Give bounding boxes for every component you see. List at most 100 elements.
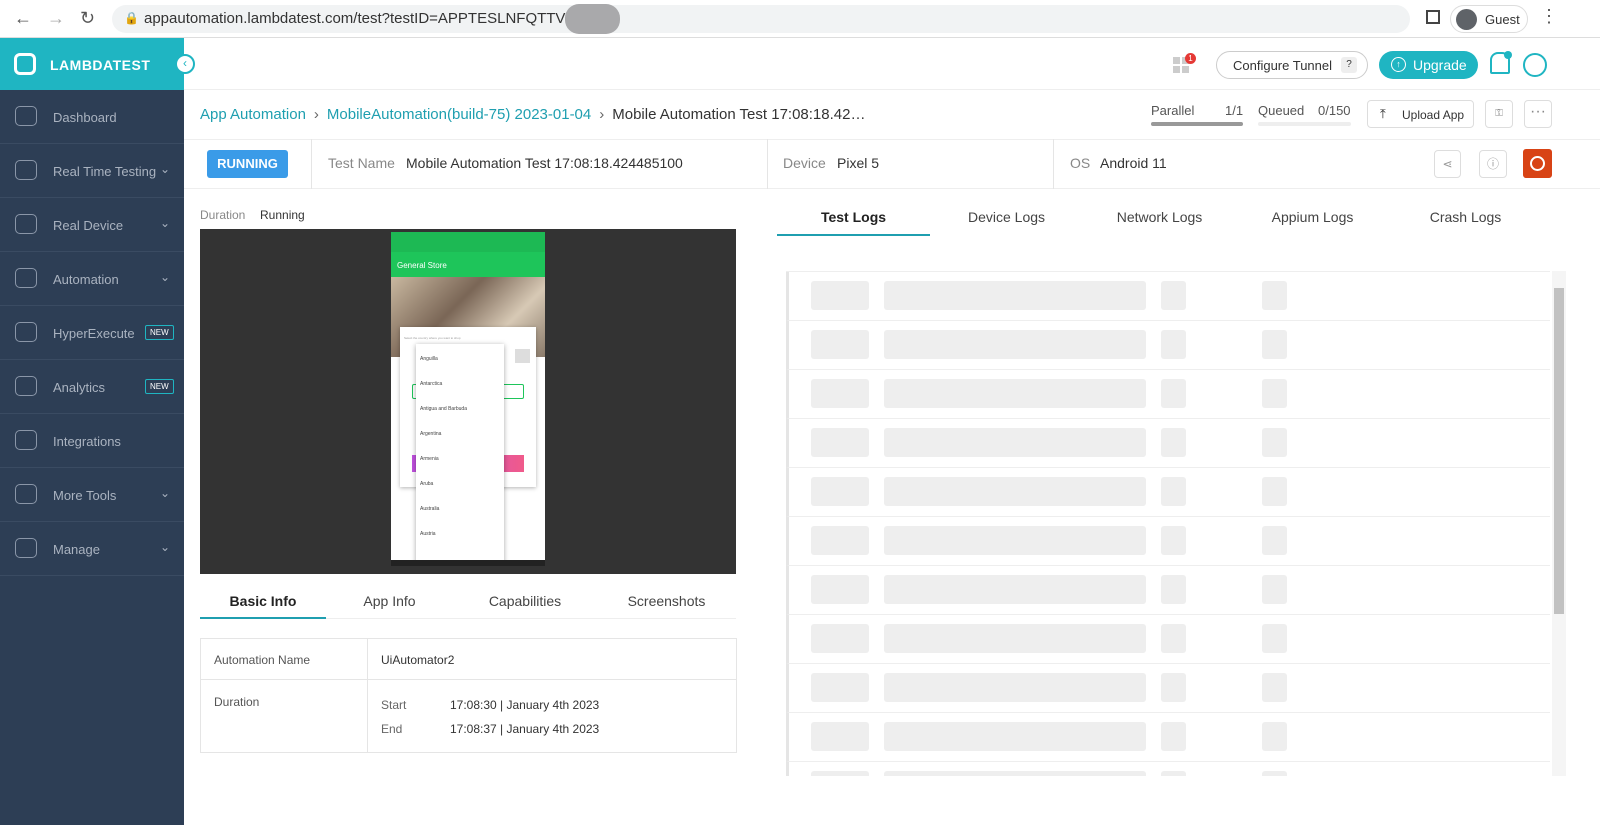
sidebar-item-automation[interactable]: Automation ⌄ [0,252,184,306]
app-title: General Store [397,261,447,270]
forward-icon[interactable]: → [47,8,65,29]
profile-button[interactable]: Guest [1450,5,1528,33]
help-icon[interactable]: ? [1341,57,1357,73]
menu-icon[interactable]: ⋮ [1540,6,1558,27]
skeleton-block [811,281,869,310]
configure-tunnel-button[interactable]: Configure Tunnel? [1216,51,1368,79]
sidebar-item-real-device[interactable]: Real Device ⌄ [0,198,184,252]
skeleton-block [1161,477,1186,506]
lambdatest-logo-icon [14,53,36,75]
skeleton-block [1161,624,1186,653]
collapse-sidebar-button[interactable]: ‹ [175,54,195,74]
automation-name-label: Automation Name [214,653,311,667]
tab-crash-logs[interactable]: Crash Logs [1389,209,1542,225]
end-label: End [381,722,403,736]
skeleton-block [1262,526,1287,555]
country-option[interactable]: Austria [420,531,436,537]
log-row-skeleton [786,615,1550,664]
breadcrumb-build[interactable]: MobileAutomation(build-75) 2023-01-04 [327,106,591,123]
country-option[interactable]: Antarctica [420,381,442,387]
country-option[interactable]: Australia [420,506,439,512]
brand-logo[interactable]: LAMBDATEST [0,38,184,90]
automation-name-value: UiAutomator2 [381,653,455,667]
sidebar-item-hyperexecute[interactable]: HyperExecute NEW [0,306,184,360]
skeleton-block [1161,330,1186,359]
tab-capabilities[interactable]: Capabilities [453,593,597,609]
sidebar-item-more-tools[interactable]: More Tools ⌄ [0,468,184,522]
skeleton-block [1262,379,1287,408]
upgrade-button[interactable]: ↑ Upgrade [1379,51,1478,79]
more-options-icon[interactable]: ··· [1524,100,1552,128]
sidebar-item-label: More Tools [53,488,117,503]
share-icon[interactable]: ⋖ [1434,150,1461,178]
skeleton-block [811,673,869,702]
country-option[interactable]: Aruba [420,481,433,487]
tab-device-logs[interactable]: Device Logs [930,209,1083,225]
tab-screenshots[interactable]: Screenshots [597,593,736,609]
device-value: Pixel 5 [837,155,880,171]
log-row-skeleton [786,762,1550,776]
sidebar-item-dashboard[interactable]: Dashboard [0,90,184,144]
address-bar[interactable]: 🔒 appautomation.lambdatest.com/test?testI… [112,5,1410,33]
stop-test-button[interactable] [1523,149,1552,178]
skeleton-block [1262,624,1287,653]
dropdown-arrow-icon[interactable] [515,349,530,363]
sidebar-item-label: Integrations [53,434,121,449]
skeleton-block [884,428,1146,457]
log-row-skeleton [786,272,1550,321]
log-row-skeleton [786,321,1550,370]
skeleton-block [884,624,1146,653]
reload-icon[interactable]: ↻ [80,8,95,29]
sidebar-icon [15,376,37,396]
sidebar-icon [15,106,37,126]
country-option[interactable]: Anguilla [420,356,438,362]
tab-network-logs[interactable]: Network Logs [1083,209,1236,225]
tab-basic-info[interactable]: Basic Info [200,593,326,609]
stop-icon [1530,156,1545,171]
redaction [565,4,620,34]
lock-icon: 🔒 [124,11,139,25]
url-text: appautomation.lambdatest.com/test?testID… [144,10,600,27]
country-option[interactable]: Argentina [420,431,441,437]
device-screen[interactable]: General Store Select the country where y… [391,232,545,566]
skeleton-block [1262,428,1287,457]
active-log-tab-indicator [777,234,930,236]
upload-app-button[interactable]: ⤒ Upload App [1367,100,1474,128]
sidebar-item-integrations[interactable]: Integrations [0,414,184,468]
sidebar: LAMBDATEST Dashboard Real Time Testing ⌄ Re… [0,38,184,825]
sidebar-item-real-time-testing[interactable]: Real Time Testing ⌄ [0,144,184,198]
country-prompt: Select the country where you want to sho… [404,336,461,340]
side-panel-icon[interactable] [1426,10,1440,24]
tab-test-logs[interactable]: Test Logs [777,209,930,225]
sidebar-item-manage[interactable]: Manage ⌄ [0,522,184,576]
sidebar-icon [15,268,37,288]
skeleton-block [1161,379,1186,408]
sidebar-item-label: HyperExecute [53,326,135,341]
skeleton-block [1161,428,1186,457]
tab-appium-logs[interactable]: Appium Logs [1236,209,1389,225]
back-icon[interactable]: ← [14,8,32,29]
notification-badge: 1 [1185,53,1196,64]
active-tab-indicator [200,617,326,619]
os-label: OS [1070,155,1091,171]
breadcrumb-app-automation[interactable]: App Automation [200,106,306,123]
key-icon[interactable]: ⚿ [1485,100,1513,128]
country-option[interactable]: Armenia [420,456,439,462]
skeleton-block [811,624,869,653]
country-option[interactable]: Antigua and Barbuda [420,406,467,412]
sidebar-item-analytics[interactable]: Analytics NEW [0,360,184,414]
sidebar-item-label: Analytics [53,380,106,395]
skeleton-block [1161,526,1186,555]
scrollbar-thumb[interactable] [1554,288,1564,614]
user-profile-icon[interactable] [1523,53,1547,77]
skeleton-block [1262,330,1287,359]
sidebar-icon [15,484,37,504]
upload-app-label: Upload App [1402,108,1465,122]
bell-dot [1504,51,1512,59]
chevron-down-icon: ⌄ [160,162,171,176]
chevron-down-icon: ⌄ [160,540,171,554]
tab-app-info[interactable]: App Info [326,593,453,609]
info-icon[interactable]: ⓘ [1479,150,1507,178]
skeleton-block [1262,575,1287,604]
queued-label: Queued [1258,103,1305,118]
